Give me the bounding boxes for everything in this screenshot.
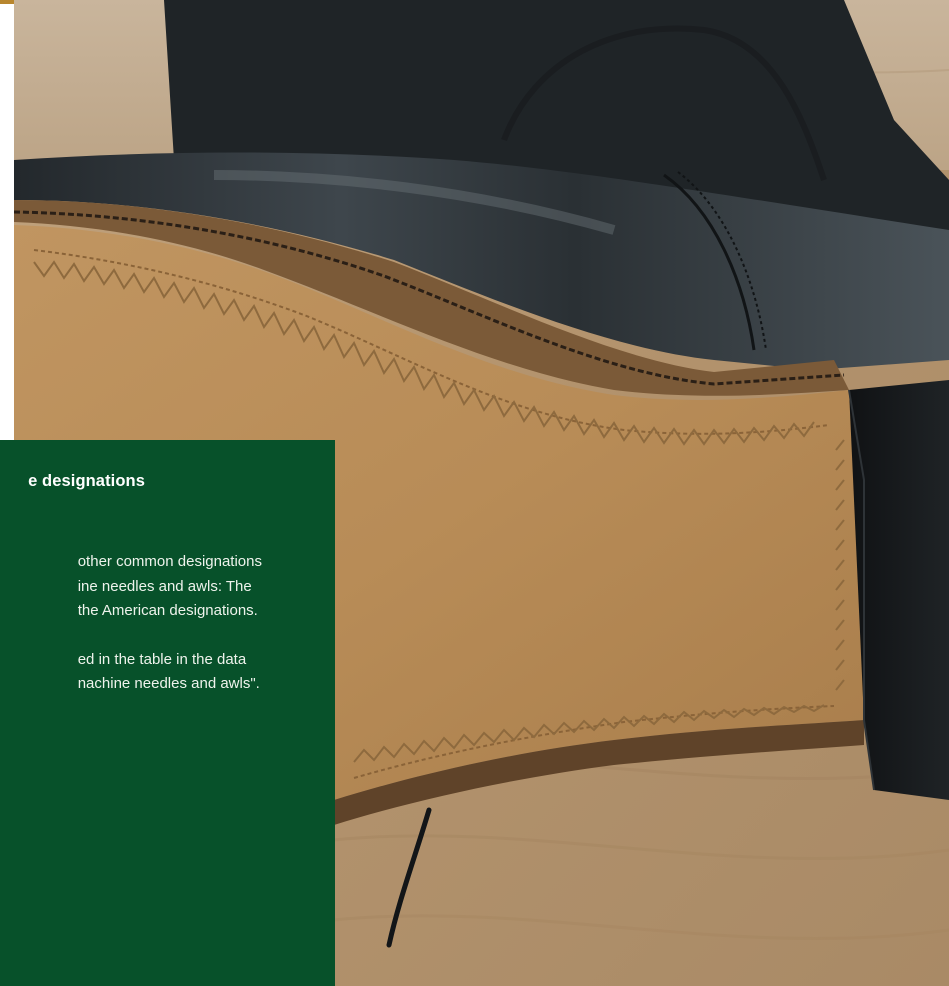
info-panel-title: e designations <box>28 472 145 490</box>
info-line: ed in the table in the data <box>77 650 247 668</box>
info-paragraph: other common designations ine needles an… <box>78 550 262 624</box>
info-panel-body: other common designations ine needles an… <box>78 550 262 721</box>
info-line: nachine needles and awls". <box>77 675 260 692</box>
page: e designations other common designations… <box>0 0 949 986</box>
info-paragraph: ed in the table in the data nachine need… <box>78 648 262 697</box>
info-line: other common designations <box>77 553 262 570</box>
info-line: ine needles and awls: The <box>77 577 252 595</box>
info-panel: e designations other common designations… <box>0 440 335 986</box>
info-line: the American designations. <box>77 602 258 619</box>
